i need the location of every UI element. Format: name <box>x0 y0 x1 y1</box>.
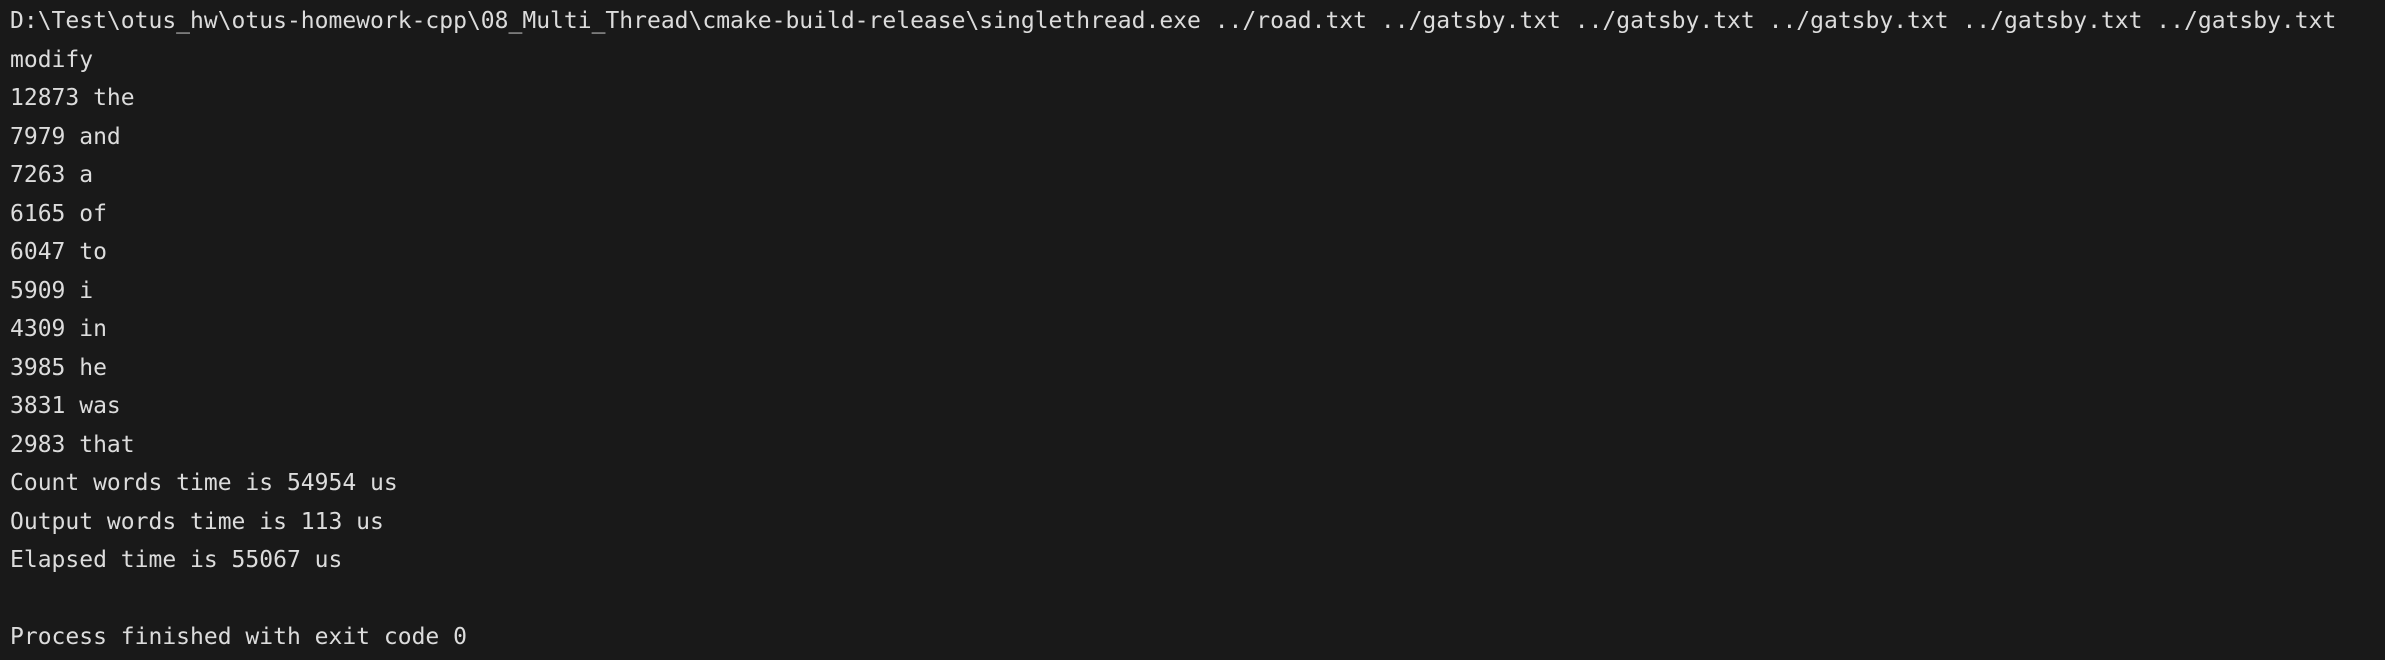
elapsed-time-line: Elapsed time is 55067 us <box>10 547 343 573</box>
word-count-line: 2983 that <box>10 431 135 458</box>
word-count-line: 7979 and <box>10 123 121 150</box>
word-count-line: 12873 the <box>10 85 135 111</box>
word-count-line: 6165 of <box>10 200 107 227</box>
word-count-line: 6047 to <box>10 239 107 265</box>
exit-message: Process finished with exit code 0 <box>10 624 467 650</box>
command-line: D:\Test\otus_hw\otus-homework-cpp\08_Mul… <box>10 8 2337 34</box>
count-time-line: Count words time is 54954 us <box>10 470 398 496</box>
word-count-line: 3985 he <box>10 354 107 381</box>
word-count-line: 3831 was <box>10 393 121 419</box>
output-time-line: Output words time is 113 us <box>10 508 384 535</box>
word-count-line: 4309 in <box>10 316 107 342</box>
mode-line: modify <box>10 46 94 73</box>
word-count-line: 5909 i <box>10 277 94 304</box>
word-count-line: 7263 a <box>10 162 94 188</box>
console-output: D:\Test\otus_hw\otus-homework-cpp\08_Mul… <box>0 0 2385 660</box>
